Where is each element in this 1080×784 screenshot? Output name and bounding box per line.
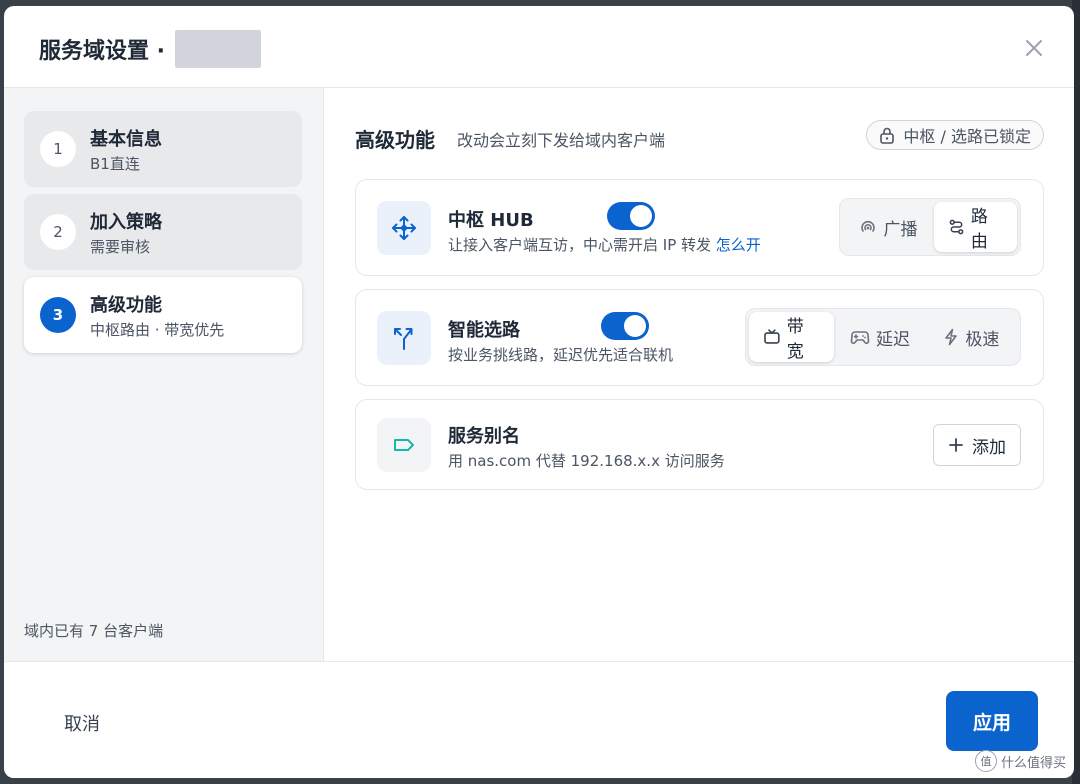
close-icon xyxy=(1026,40,1042,56)
hub-mode-route[interactable]: 路由 xyxy=(933,202,1017,252)
hub-title: 中枢 HUB xyxy=(448,210,534,231)
step-number: 2 xyxy=(40,214,76,250)
hub-mode-label: 广播 xyxy=(883,219,918,240)
plus-icon xyxy=(949,438,963,452)
step-title: 加入策略 xyxy=(90,212,162,233)
tv-icon xyxy=(764,329,780,344)
service-alias-card: 服务别名 用 nas.com 代替 192.168.x.x 访问服务 添加 xyxy=(355,399,1044,490)
cancel-button[interactable]: 取消 xyxy=(64,710,100,736)
split-route-icon xyxy=(394,328,413,350)
step-title: 基本信息 xyxy=(90,129,162,150)
dialog-header: 服务域设置 · xyxy=(4,6,1074,88)
title-wrap: 服务域设置 · xyxy=(39,30,262,68)
add-label: 添加 xyxy=(972,437,1006,458)
hub-desc-text: 让接入客户端互访，中心需开启 IP 转发 xyxy=(448,236,712,254)
toggle-knob xyxy=(624,315,646,337)
step-basic-info[interactable]: 1 基本信息 B1直连 xyxy=(24,111,302,187)
how-to-enable-link[interactable]: 怎么开 xyxy=(716,236,761,254)
step-join-policy[interactable]: 2 加入策略 需要审核 xyxy=(24,194,302,270)
settings-dialog: 服务域设置 · 1 基本信息 B1直连 2 加入策略 需要审核 3 高级功能 中… xyxy=(4,6,1074,778)
close-button[interactable] xyxy=(1020,34,1048,62)
priority-label: 延迟 xyxy=(876,329,911,350)
watermark-text: 什么值得买 xyxy=(1000,755,1066,771)
main-panel: 高级功能 改动会立刻下发给域内客户端 中枢 / 选路已锁定 中枢 HUB 让接入… xyxy=(325,88,1074,661)
priority-bandwidth[interactable]: 带宽 xyxy=(749,312,835,362)
smart-route-title: 智能选路 xyxy=(448,320,520,341)
priority-latency[interactable]: 延迟 xyxy=(834,312,925,362)
route-icon xyxy=(949,219,964,235)
hub-icon-wrap xyxy=(377,201,431,255)
hub-mode-label: 路由 xyxy=(970,207,988,252)
steps-sidebar: 1 基本信息 B1直连 2 加入策略 需要审核 3 高级功能 中枢路由 · 带宽… xyxy=(4,88,324,661)
hub-description: 让接入客户端互访，中心需开启 IP 转发 怎么开 xyxy=(448,234,761,255)
step-subtitle: B1直连 xyxy=(90,155,140,173)
add-alias-button[interactable]: 添加 xyxy=(933,424,1021,466)
smart-route-toggle[interactable] xyxy=(601,312,649,340)
step-number: 3 xyxy=(40,297,76,333)
client-count: 域内已有 7 台客户端 xyxy=(24,622,164,640)
step-number: 1 xyxy=(40,131,76,167)
alias-title: 服务别名 xyxy=(448,426,520,447)
lock-icon xyxy=(880,127,895,144)
gamepad-icon xyxy=(850,331,870,344)
hub-arrows-icon xyxy=(392,216,416,240)
watermark-logo-icon: 值 xyxy=(974,750,997,772)
lock-badge: 中枢 / 选路已锁定 xyxy=(866,120,1044,150)
route-priority-selector: 带宽 延迟 极速 xyxy=(745,308,1021,366)
priority-label: 极速 xyxy=(965,329,1000,350)
dialog-footer: 取消 应用 xyxy=(4,661,1074,778)
alias-icon-wrap xyxy=(377,418,431,472)
redacted-name xyxy=(175,30,262,68)
step-subtitle: 中枢路由 · 带宽优先 xyxy=(90,321,225,339)
alias-description: 用 nas.com 代替 192.168.x.x 访问服务 xyxy=(448,452,725,470)
smart-route-card: 智能选路 按业务挑线路，延迟优先适合联机 带宽 延迟 极速 xyxy=(355,289,1044,386)
priority-label: 带宽 xyxy=(786,317,804,362)
watermark: 值 什么值得买 xyxy=(974,750,1066,772)
tag-icon xyxy=(394,439,414,451)
dialog-title: 服务域设置 · xyxy=(39,39,166,64)
toggle-knob xyxy=(630,205,652,227)
lightning-icon xyxy=(945,328,958,346)
step-subtitle: 需要审核 xyxy=(90,238,151,256)
hub-toggle[interactable] xyxy=(607,202,655,230)
hub-mode-broadcast[interactable]: 广播 xyxy=(843,202,934,252)
hub-card: 中枢 HUB 让接入客户端互访，中心需开启 IP 转发 怎么开 广播 路由 xyxy=(355,179,1044,276)
step-advanced[interactable]: 3 高级功能 中枢路由 · 带宽优先 xyxy=(24,277,302,353)
step-title: 高级功能 xyxy=(90,295,162,316)
section-title: 高级功能 xyxy=(355,128,435,152)
hub-mode-selector: 广播 路由 xyxy=(839,198,1021,256)
smart-route-description: 按业务挑线路，延迟优先适合联机 xyxy=(448,346,674,364)
smart-route-icon-wrap xyxy=(377,311,431,365)
section-subtitle: 改动会立刻下发给域内客户端 xyxy=(457,131,666,150)
priority-speed[interactable]: 极速 xyxy=(926,312,1017,362)
lock-badge-label: 中枢 / 选路已锁定 xyxy=(903,127,1031,146)
broadcast-icon xyxy=(861,220,876,232)
apply-button[interactable]: 应用 xyxy=(946,691,1038,751)
